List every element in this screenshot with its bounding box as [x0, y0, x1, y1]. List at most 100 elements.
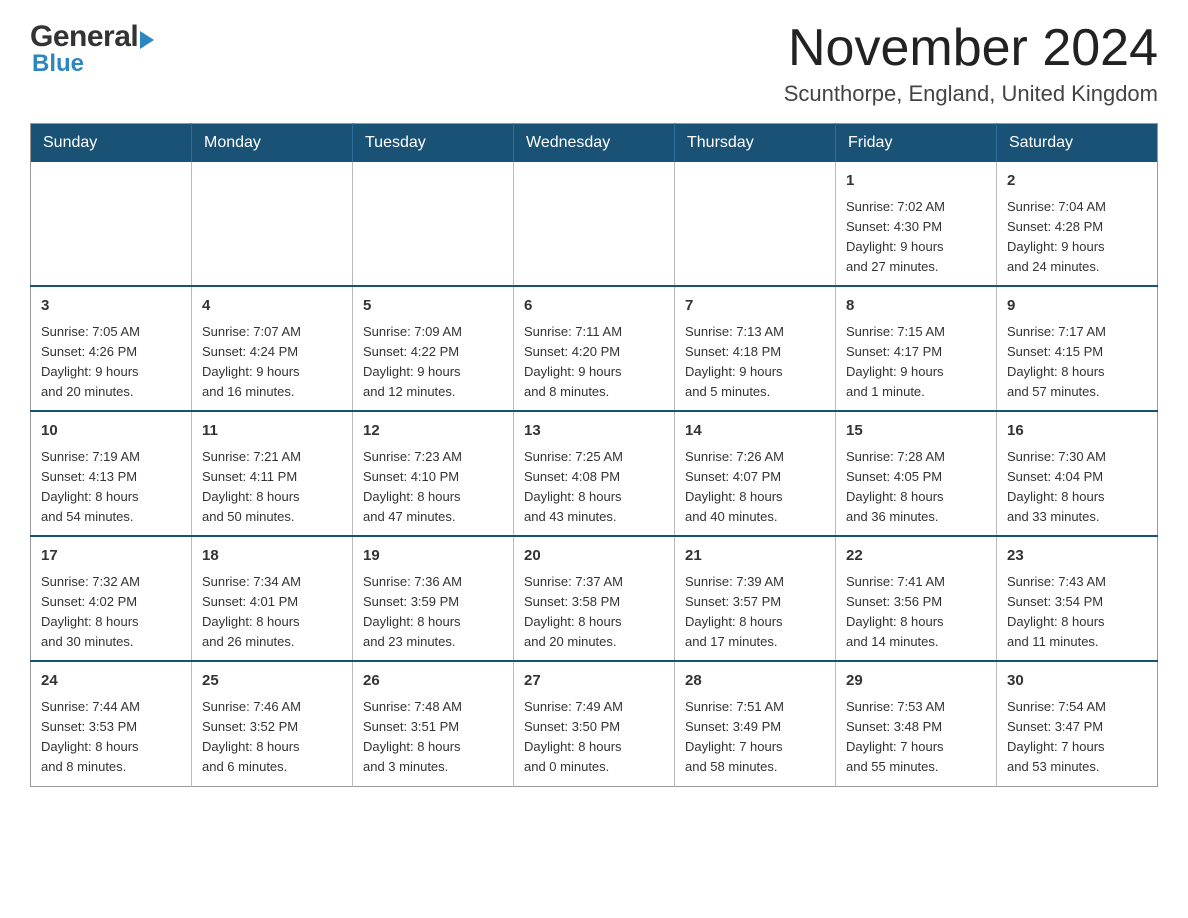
day-number: 3	[41, 295, 181, 318]
day-number: 11	[202, 420, 342, 443]
calendar-cell: 16Sunrise: 7:30 AM Sunset: 4:04 PM Dayli…	[997, 411, 1158, 536]
day-number: 2	[1007, 170, 1147, 193]
calendar-cell: 29 Sunrise: 7:53 AM Sunset: 3:48 PM Dayli…	[836, 661, 997, 786]
calendar-cell	[31, 162, 192, 286]
day-number: 8	[846, 295, 986, 318]
calendar-cell: 1 Sunrise: 7:02 AM Sunset: 4:30 PM Daylig…	[836, 162, 997, 286]
calendar-cell: 5 Sunrise: 7:09 AM Sunset: 4:22 PM Daylig…	[353, 286, 514, 411]
title-area: November 2024 Scunthorpe, England, Unite…	[784, 20, 1158, 107]
day-number: 4	[202, 295, 342, 318]
location-title: Scunthorpe, England, United Kingdom	[784, 81, 1158, 107]
day-number: 13	[524, 420, 664, 443]
calendar-cell: 4 Sunrise: 7:07 AM Sunset: 4:24 PM Daylig…	[192, 286, 353, 411]
day-info: Sunrise: 7:41 AM Sunset: 3:56 PM Dayligh…	[846, 572, 986, 653]
day-info: Sunrise: 7:09 AM Sunset: 4:22 PM Dayligh…	[363, 322, 503, 403]
weekday-header-saturday: Saturday	[997, 124, 1158, 163]
calendar-header: SundayMondayTuesdayWednesdayThursdayFrid…	[31, 124, 1158, 163]
logo-arrow-icon	[140, 31, 154, 49]
calendar-cell: 23Sunrise: 7:43 AM Sunset: 3:54 PM Dayli…	[997, 536, 1158, 661]
calendar-body: 1 Sunrise: 7:02 AM Sunset: 4:30 PM Daylig…	[31, 162, 1158, 786]
weekday-header-row: SundayMondayTuesdayWednesdayThursdayFrid…	[31, 124, 1158, 163]
day-number: 20	[524, 545, 664, 568]
calendar-cell	[353, 162, 514, 286]
day-info: Sunrise: 7:13 AM Sunset: 4:18 PM Dayligh…	[685, 322, 825, 403]
day-number: 26	[363, 670, 503, 693]
day-number: 10	[41, 420, 181, 443]
calendar-cell: 2 Sunrise: 7:04 AM Sunset: 4:28 PM Daylig…	[997, 162, 1158, 286]
calendar-cell: 3Sunrise: 7:05 AM Sunset: 4:26 PM Daylig…	[31, 286, 192, 411]
day-number: 15	[846, 420, 986, 443]
day-info: Sunrise: 7:36 AM Sunset: 3:59 PM Dayligh…	[363, 572, 503, 653]
calendar-cell: 22 Sunrise: 7:41 AM Sunset: 3:56 PM Dayli…	[836, 536, 997, 661]
day-info: Sunrise: 7:11 AM Sunset: 4:20 PM Dayligh…	[524, 322, 664, 403]
month-title: November 2024	[784, 20, 1158, 77]
day-number: 1	[846, 170, 986, 193]
day-info: Sunrise: 7:17 AM Sunset: 4:15 PM Dayligh…	[1007, 322, 1147, 403]
day-info: Sunrise: 7:48 AM Sunset: 3:51 PM Dayligh…	[363, 697, 503, 778]
day-number: 30	[1007, 670, 1147, 693]
day-info: Sunrise: 7:49 AM Sunset: 3:50 PM Dayligh…	[524, 697, 664, 778]
weekday-header-tuesday: Tuesday	[353, 124, 514, 163]
day-number: 18	[202, 545, 342, 568]
day-info: Sunrise: 7:28 AM Sunset: 4:05 PM Dayligh…	[846, 447, 986, 528]
calendar-cell: 6 Sunrise: 7:11 AM Sunset: 4:20 PM Daylig…	[514, 286, 675, 411]
logo: General Blue	[30, 20, 154, 78]
day-number: 6	[524, 295, 664, 318]
day-number: 5	[363, 295, 503, 318]
day-info: Sunrise: 7:44 AM Sunset: 3:53 PM Dayligh…	[41, 697, 181, 778]
calendar-week-row: 1 Sunrise: 7:02 AM Sunset: 4:30 PM Daylig…	[31, 162, 1158, 286]
day-info: Sunrise: 7:46 AM Sunset: 3:52 PM Dayligh…	[202, 697, 342, 778]
calendar-week-row: 3Sunrise: 7:05 AM Sunset: 4:26 PM Daylig…	[31, 286, 1158, 411]
day-info: Sunrise: 7:19 AM Sunset: 4:13 PM Dayligh…	[41, 447, 181, 528]
day-info: Sunrise: 7:43 AM Sunset: 3:54 PM Dayligh…	[1007, 572, 1147, 653]
calendar-cell: 14Sunrise: 7:26 AM Sunset: 4:07 PM Dayli…	[675, 411, 836, 536]
calendar-cell: 7 Sunrise: 7:13 AM Sunset: 4:18 PM Daylig…	[675, 286, 836, 411]
calendar: SundayMondayTuesdayWednesdayThursdayFrid…	[30, 123, 1158, 786]
calendar-cell: 24 Sunrise: 7:44 AM Sunset: 3:53 PM Dayli…	[31, 661, 192, 786]
day-info: Sunrise: 7:53 AM Sunset: 3:48 PM Dayligh…	[846, 697, 986, 778]
calendar-cell: 18Sunrise: 7:34 AM Sunset: 4:01 PM Dayli…	[192, 536, 353, 661]
calendar-cell: 20 Sunrise: 7:37 AM Sunset: 3:58 PM Dayli…	[514, 536, 675, 661]
calendar-cell: 21 Sunrise: 7:39 AM Sunset: 3:57 PM Dayli…	[675, 536, 836, 661]
calendar-cell: 9 Sunrise: 7:17 AM Sunset: 4:15 PM Daylig…	[997, 286, 1158, 411]
day-info: Sunrise: 7:39 AM Sunset: 3:57 PM Dayligh…	[685, 572, 825, 653]
day-number: 12	[363, 420, 503, 443]
day-info: Sunrise: 7:15 AM Sunset: 4:17 PM Dayligh…	[846, 322, 986, 403]
day-info: Sunrise: 7:37 AM Sunset: 3:58 PM Dayligh…	[524, 572, 664, 653]
day-info: Sunrise: 7:51 AM Sunset: 3:49 PM Dayligh…	[685, 697, 825, 778]
day-number: 21	[685, 545, 825, 568]
day-number: 24	[41, 670, 181, 693]
calendar-cell	[192, 162, 353, 286]
weekday-header-friday: Friday	[836, 124, 997, 163]
day-info: Sunrise: 7:32 AM Sunset: 4:02 PM Dayligh…	[41, 572, 181, 653]
day-info: Sunrise: 7:26 AM Sunset: 4:07 PM Dayligh…	[685, 447, 825, 528]
day-number: 7	[685, 295, 825, 318]
day-info: Sunrise: 7:07 AM Sunset: 4:24 PM Dayligh…	[202, 322, 342, 403]
day-info: Sunrise: 7:04 AM Sunset: 4:28 PM Dayligh…	[1007, 197, 1147, 278]
day-number: 25	[202, 670, 342, 693]
calendar-cell	[514, 162, 675, 286]
weekday-header-wednesday: Wednesday	[514, 124, 675, 163]
logo-blue-text: Blue	[32, 50, 84, 78]
day-number: 17	[41, 545, 181, 568]
calendar-cell: 28Sunrise: 7:51 AM Sunset: 3:49 PM Dayli…	[675, 661, 836, 786]
day-number: 9	[1007, 295, 1147, 318]
calendar-cell: 26 Sunrise: 7:48 AM Sunset: 3:51 PM Dayli…	[353, 661, 514, 786]
weekday-header-thursday: Thursday	[675, 124, 836, 163]
calendar-cell: 27Sunrise: 7:49 AM Sunset: 3:50 PM Dayli…	[514, 661, 675, 786]
day-info: Sunrise: 7:02 AM Sunset: 4:30 PM Dayligh…	[846, 197, 986, 278]
day-info: Sunrise: 7:23 AM Sunset: 4:10 PM Dayligh…	[363, 447, 503, 528]
day-number: 22	[846, 545, 986, 568]
day-number: 29	[846, 670, 986, 693]
day-number: 19	[363, 545, 503, 568]
calendar-cell: 13Sunrise: 7:25 AM Sunset: 4:08 PM Dayli…	[514, 411, 675, 536]
calendar-cell	[675, 162, 836, 286]
day-info: Sunrise: 7:54 AM Sunset: 3:47 PM Dayligh…	[1007, 697, 1147, 778]
day-info: Sunrise: 7:21 AM Sunset: 4:11 PM Dayligh…	[202, 447, 342, 528]
calendar-week-row: 24 Sunrise: 7:44 AM Sunset: 3:53 PM Dayli…	[31, 661, 1158, 786]
calendar-week-row: 10 Sunrise: 7:19 AM Sunset: 4:13 PM Dayli…	[31, 411, 1158, 536]
calendar-cell: 17 Sunrise: 7:32 AM Sunset: 4:02 PM Dayli…	[31, 536, 192, 661]
calendar-cell: 15 Sunrise: 7:28 AM Sunset: 4:05 PM Dayli…	[836, 411, 997, 536]
calendar-cell: 12 Sunrise: 7:23 AM Sunset: 4:10 PM Dayli…	[353, 411, 514, 536]
weekday-header-sunday: Sunday	[31, 124, 192, 163]
